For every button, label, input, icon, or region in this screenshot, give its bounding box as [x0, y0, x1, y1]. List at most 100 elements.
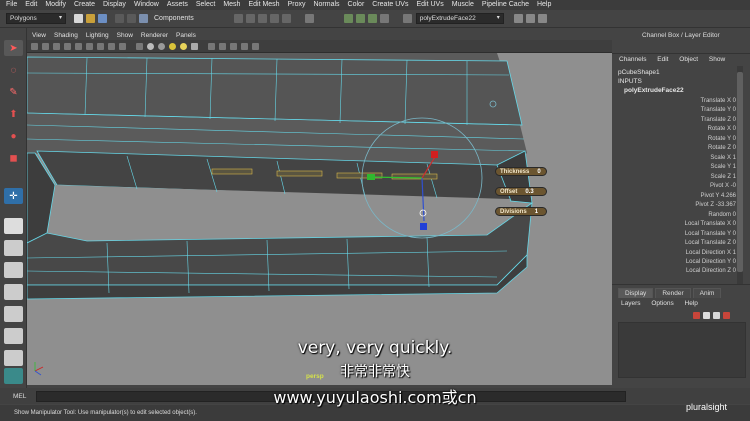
layout-side-icon[interactable]: [4, 262, 23, 278]
open-scene-icon[interactable]: [86, 14, 95, 23]
ambient-occlusion-icon[interactable]: [230, 42, 237, 50]
panel-toggle-icon-3[interactable]: [537, 14, 547, 23]
menu-select[interactable]: Select: [196, 0, 215, 10]
render-frame-icon[interactable]: [343, 14, 353, 23]
field-chart-icon[interactable]: [108, 42, 115, 50]
image-plane-icon[interactable]: [53, 42, 60, 50]
channel-rotate-z[interactable]: Rotate Z 0: [618, 145, 736, 155]
make-live-icon[interactable]: [281, 14, 291, 23]
layer-menu-layers[interactable]: Layers: [621, 300, 641, 307]
panel-toggle-icon-2[interactable]: [525, 14, 535, 23]
construction-history-icon[interactable]: [304, 14, 314, 23]
menu-edit-mesh[interactable]: Edit Mesh: [248, 0, 279, 10]
smooth-shade-icon[interactable]: [147, 42, 154, 50]
menu-muscle[interactable]: Muscle: [452, 0, 474, 10]
thickness-manip-tag[interactable]: Thickness 0: [495, 167, 547, 176]
ipr-render-icon[interactable]: [355, 14, 365, 23]
tab-anim[interactable]: Anim: [692, 288, 722, 298]
grid-icon[interactable]: [64, 42, 71, 50]
snap-curve-icon[interactable]: [245, 14, 255, 23]
scrollbar-thumb[interactable]: [737, 72, 743, 272]
menu-set-dropdown[interactable]: Polygons: [6, 13, 66, 24]
move-tool-icon[interactable]: ⬆: [4, 106, 23, 122]
snap-view-plane-icon[interactable]: [269, 14, 279, 23]
menu-pipeline-cache[interactable]: Pipeline Cache: [482, 0, 529, 10]
menu-color[interactable]: Color: [348, 0, 365, 10]
motion-blur-icon[interactable]: [241, 42, 248, 50]
resolution-gate-icon[interactable]: [86, 42, 93, 50]
isolate-select-icon[interactable]: [219, 42, 226, 50]
offset-manip-tag[interactable]: Offset 0.3: [495, 187, 547, 196]
menu-window[interactable]: Window: [134, 0, 159, 10]
channel-local-direction-z[interactable]: Local Direction Z 0: [618, 268, 736, 278]
hypershade-icon[interactable]: [379, 14, 389, 23]
layer-menu-help[interactable]: Help: [685, 300, 698, 307]
move-layer-down-icon[interactable]: [703, 312, 710, 319]
move-layer-up-icon[interactable]: [693, 312, 700, 319]
channel-pivot-x[interactable]: Pivot X -0: [618, 183, 736, 193]
menu-file[interactable]: File: [6, 0, 17, 10]
channel-local-translate-z[interactable]: Local Translate Z 0: [618, 240, 736, 250]
shadows-icon[interactable]: [191, 42, 198, 50]
menu-create[interactable]: Create: [74, 0, 95, 10]
channel-box-scrollbar[interactable]: [737, 66, 743, 284]
menu-assets[interactable]: Assets: [167, 0, 188, 10]
select-tool-icon[interactable]: ➤: [4, 40, 23, 56]
save-scene-icon[interactable]: [98, 14, 107, 23]
render-settings-icon[interactable]: [367, 14, 377, 23]
channel-menu-show[interactable]: Show: [709, 56, 725, 63]
menu-create-uvs[interactable]: Create UVs: [372, 0, 408, 10]
anti-alias-icon[interactable]: [252, 42, 259, 50]
channel-rotate-x[interactable]: Rotate X 0: [618, 126, 736, 136]
menu-proxy[interactable]: Proxy: [288, 0, 306, 10]
manipulator-tool-icon[interactable]: ✛: [4, 188, 23, 204]
rotate-tool-icon[interactable]: ●: [4, 128, 23, 144]
history-node-label[interactable]: polyExtrudeFace22: [624, 87, 684, 94]
film-gate-icon[interactable]: [75, 42, 82, 50]
menu-display[interactable]: Display: [103, 0, 126, 10]
channel-local-translate-x[interactable]: Local Translate X 0: [618, 221, 736, 231]
perspective-viewport[interactable]: Thickness 0 Offset 0.3 Divisions 1 persp: [27, 53, 612, 385]
menu-modify[interactable]: Modify: [45, 0, 66, 10]
safe-action-icon[interactable]: [119, 42, 126, 50]
menu-mesh[interactable]: Mesh: [223, 0, 240, 10]
layout-hypershade-icon[interactable]: [4, 306, 23, 322]
channel-menu-channels[interactable]: Channels: [619, 56, 646, 63]
menu-help[interactable]: Help: [537, 0, 551, 10]
panel-toggle-icon[interactable]: [513, 14, 523, 23]
input-mode-icon[interactable]: [402, 14, 412, 23]
panel-menu-panels[interactable]: Panels: [176, 32, 196, 39]
select-by-hierarchy-icon[interactable]: [115, 14, 124, 23]
layout-persp-graph-icon[interactable]: [4, 284, 23, 300]
channel-menu-object[interactable]: Object: [679, 56, 698, 63]
new-layer-icon[interactable]: [713, 312, 720, 319]
camera-attributes-icon[interactable]: [31, 42, 38, 50]
channel-scale-y[interactable]: Scale Y 1: [618, 164, 736, 174]
new-scene-icon[interactable]: [74, 14, 83, 23]
select-by-component-icon[interactable]: [139, 14, 148, 23]
channel-translate-y[interactable]: Translate Y 0: [618, 107, 736, 117]
scale-tool-icon[interactable]: ◼: [4, 150, 23, 166]
gate-mask-icon[interactable]: [97, 42, 104, 50]
panel-menu-show[interactable]: Show: [117, 32, 133, 39]
snap-point-icon[interactable]: [257, 14, 267, 23]
lasso-tool-icon[interactable]: ◌: [4, 62, 23, 78]
panel-menu-view[interactable]: View: [32, 32, 46, 39]
divisions-manip-tag[interactable]: Divisions 1: [495, 207, 547, 216]
name-field[interactable]: polyExtrudeFace22: [415, 13, 504, 24]
layout-single-icon[interactable]: [4, 218, 23, 234]
panel-menu-lighting[interactable]: Lighting: [86, 32, 109, 39]
menu-edit[interactable]: Edit: [25, 0, 37, 10]
lights-icon[interactable]: [180, 42, 187, 50]
menu-edit-uvs[interactable]: Edit UVs: [416, 0, 443, 10]
select-by-object-icon[interactable]: [127, 14, 136, 23]
wireframe-icon[interactable]: [136, 42, 143, 50]
channel-menu-edit[interactable]: Edit: [657, 56, 668, 63]
layer-menu-options[interactable]: Options: [651, 300, 673, 307]
panel-menu-shading[interactable]: Shading: [54, 32, 78, 39]
snap-grid-icon[interactable]: [233, 14, 243, 23]
new-layer-selected-icon[interactable]: [723, 312, 730, 319]
bookmark-icon[interactable]: [42, 42, 49, 50]
tab-display[interactable]: Display: [618, 288, 654, 298]
paint-select-tool-icon[interactable]: ✎: [4, 84, 23, 100]
